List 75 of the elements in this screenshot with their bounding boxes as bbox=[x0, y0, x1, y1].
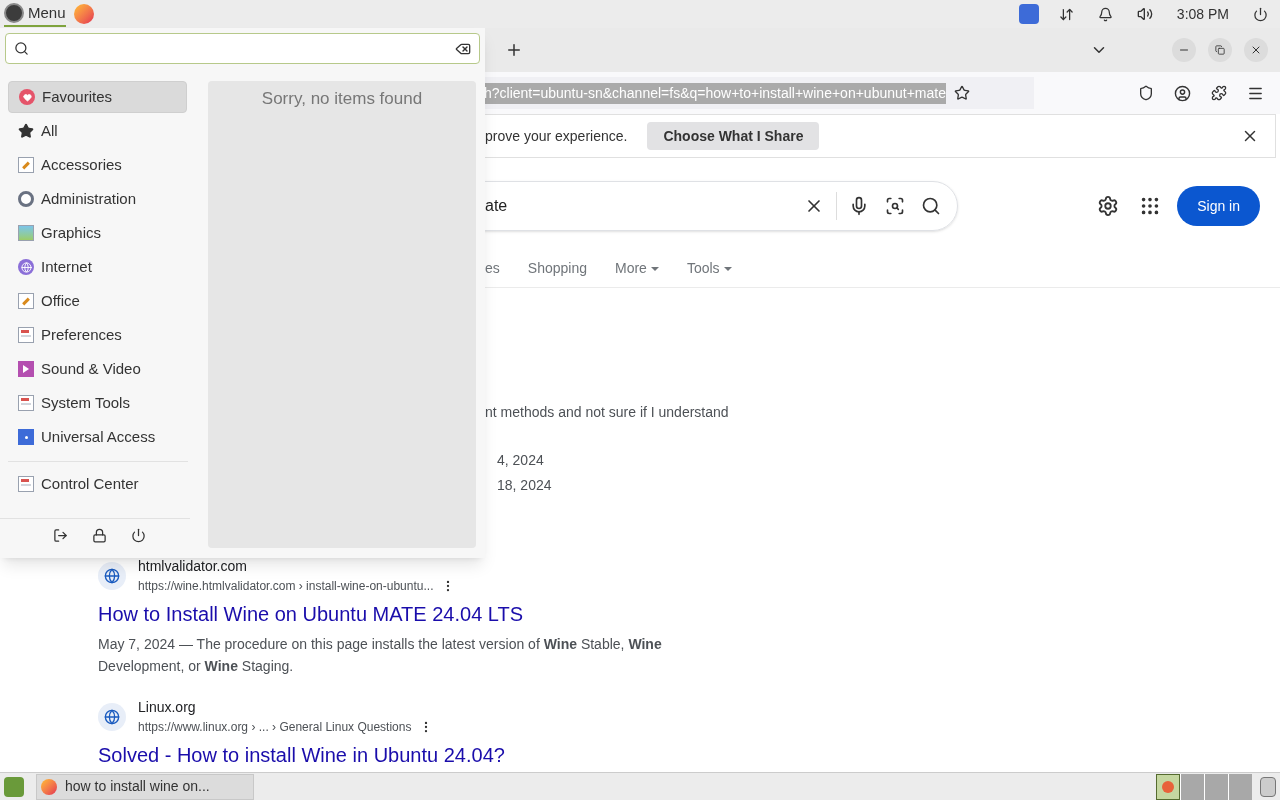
category-item[interactable]: Favourites bbox=[8, 81, 187, 113]
minimize-button[interactable] bbox=[1172, 38, 1196, 62]
category-item[interactable]: Administration bbox=[8, 183, 187, 215]
mic-icon[interactable] bbox=[849, 196, 869, 216]
caret-icon bbox=[723, 266, 732, 271]
lens-icon[interactable] bbox=[885, 196, 905, 216]
result-title-link[interactable]: Solved - How to install Wine in Ubuntu 24.04? bbox=[98, 740, 1280, 770]
browser-icon bbox=[41, 778, 57, 795]
url-text: h?client=ubuntu-sn&channel=fs&q=how+to+install+wine+on+ubunut+mate bbox=[484, 82, 946, 104]
result-url: https://www.linux.org › ... › General Linux Questions bbox=[138, 719, 412, 736]
maximize-button[interactable] bbox=[1208, 38, 1232, 62]
globe-icon bbox=[104, 708, 120, 725]
extensions-icon[interactable] bbox=[1211, 85, 1227, 101]
volume-icon[interactable] bbox=[1136, 6, 1153, 22]
gear-icon bbox=[18, 191, 34, 207]
date-text: 18, 2024 bbox=[497, 476, 553, 495]
restore-icon bbox=[1215, 45, 1225, 55]
result-description: May 7, 2024 — The procedure on this page installs the latest version of Wine Stable, Wine Development, or Wine Staging. bbox=[98, 635, 663, 676]
log-out-icon[interactable] bbox=[53, 527, 68, 543]
result-title-link[interactable]: How to Install Wine on Ubuntu MATE 24.04 LTS bbox=[98, 599, 1280, 629]
result-url: https://wine.htmlvalidator.com › install-wine-on-ubuntu... bbox=[138, 578, 434, 595]
search-query: ate bbox=[485, 196, 509, 216]
choose-share-button[interactable]: Choose What I Share bbox=[647, 122, 820, 150]
pocket-icon[interactable] bbox=[1138, 85, 1154, 101]
pencil-icon bbox=[18, 293, 34, 309]
category-item[interactable]: Office bbox=[8, 285, 187, 317]
search-icon bbox=[14, 41, 29, 56]
category-item[interactable]: Accessories bbox=[8, 149, 187, 181]
lock-icon[interactable] bbox=[92, 527, 107, 543]
star-icon bbox=[18, 123, 34, 139]
clock[interactable]: 3:08 PM bbox=[1176, 3, 1229, 25]
category-item[interactable]: Graphics bbox=[8, 217, 187, 249]
panel-icon bbox=[18, 476, 34, 492]
result-snippet: nt methods and not sure if I understand bbox=[485, 403, 730, 422]
panel-icon bbox=[18, 395, 34, 411]
new-tab-icon[interactable] bbox=[505, 41, 523, 59]
search-tab[interactable]: More bbox=[614, 258, 659, 279]
panel-icon bbox=[18, 327, 34, 343]
category-item[interactable]: Sound & Video bbox=[8, 353, 187, 385]
globe-icon bbox=[104, 567, 120, 584]
caret-icon bbox=[650, 266, 659, 271]
logo-icon bbox=[4, 3, 24, 23]
menu-search-field[interactable] bbox=[5, 33, 480, 64]
close-icon bbox=[1250, 44, 1262, 56]
bookmark-star-icon[interactable] bbox=[953, 85, 970, 101]
site-name: Linux.org bbox=[138, 698, 197, 717]
power-icon[interactable] bbox=[131, 527, 146, 543]
browser-icon[interactable] bbox=[73, 4, 94, 24]
power-icon[interactable] bbox=[1253, 6, 1268, 22]
empty-message: Sorry, no items found bbox=[261, 88, 423, 110]
bell-icon[interactable] bbox=[1097, 6, 1113, 22]
notification-text: prove your experience. bbox=[485, 126, 628, 146]
category-item[interactable]: Internet bbox=[8, 251, 187, 283]
site-name: htmlvalidator.com bbox=[138, 557, 248, 576]
workspace-switcher[interactable] bbox=[1156, 773, 1252, 800]
play-icon bbox=[18, 361, 34, 377]
search-icon[interactable] bbox=[921, 196, 941, 216]
search-tab[interactable]: es bbox=[485, 258, 500, 279]
date-text: 4, 2024 bbox=[497, 451, 545, 470]
settings-icon[interactable] bbox=[1097, 195, 1120, 217]
search-tab[interactable]: Tools bbox=[686, 258, 732, 279]
category-item[interactable]: All bbox=[8, 115, 187, 147]
sign-in-button[interactable]: Sign in bbox=[1177, 186, 1260, 226]
category-item[interactable]: Universal Access bbox=[8, 421, 187, 453]
control-center-item[interactable]: Control Center bbox=[8, 468, 195, 500]
show-desktop-icon[interactable] bbox=[4, 776, 24, 797]
pencil-icon bbox=[18, 157, 34, 173]
image-icon bbox=[18, 225, 34, 241]
account-icon[interactable] bbox=[1174, 84, 1191, 102]
category-item[interactable]: Preferences bbox=[8, 319, 187, 351]
network-icon[interactable] bbox=[1058, 6, 1074, 22]
search-tab[interactable]: Shopping bbox=[527, 258, 587, 279]
close-button[interactable] bbox=[1244, 38, 1268, 62]
category-item[interactable]: System Tools bbox=[8, 387, 187, 419]
task-button[interactable]: how to install wine on... bbox=[36, 773, 254, 800]
